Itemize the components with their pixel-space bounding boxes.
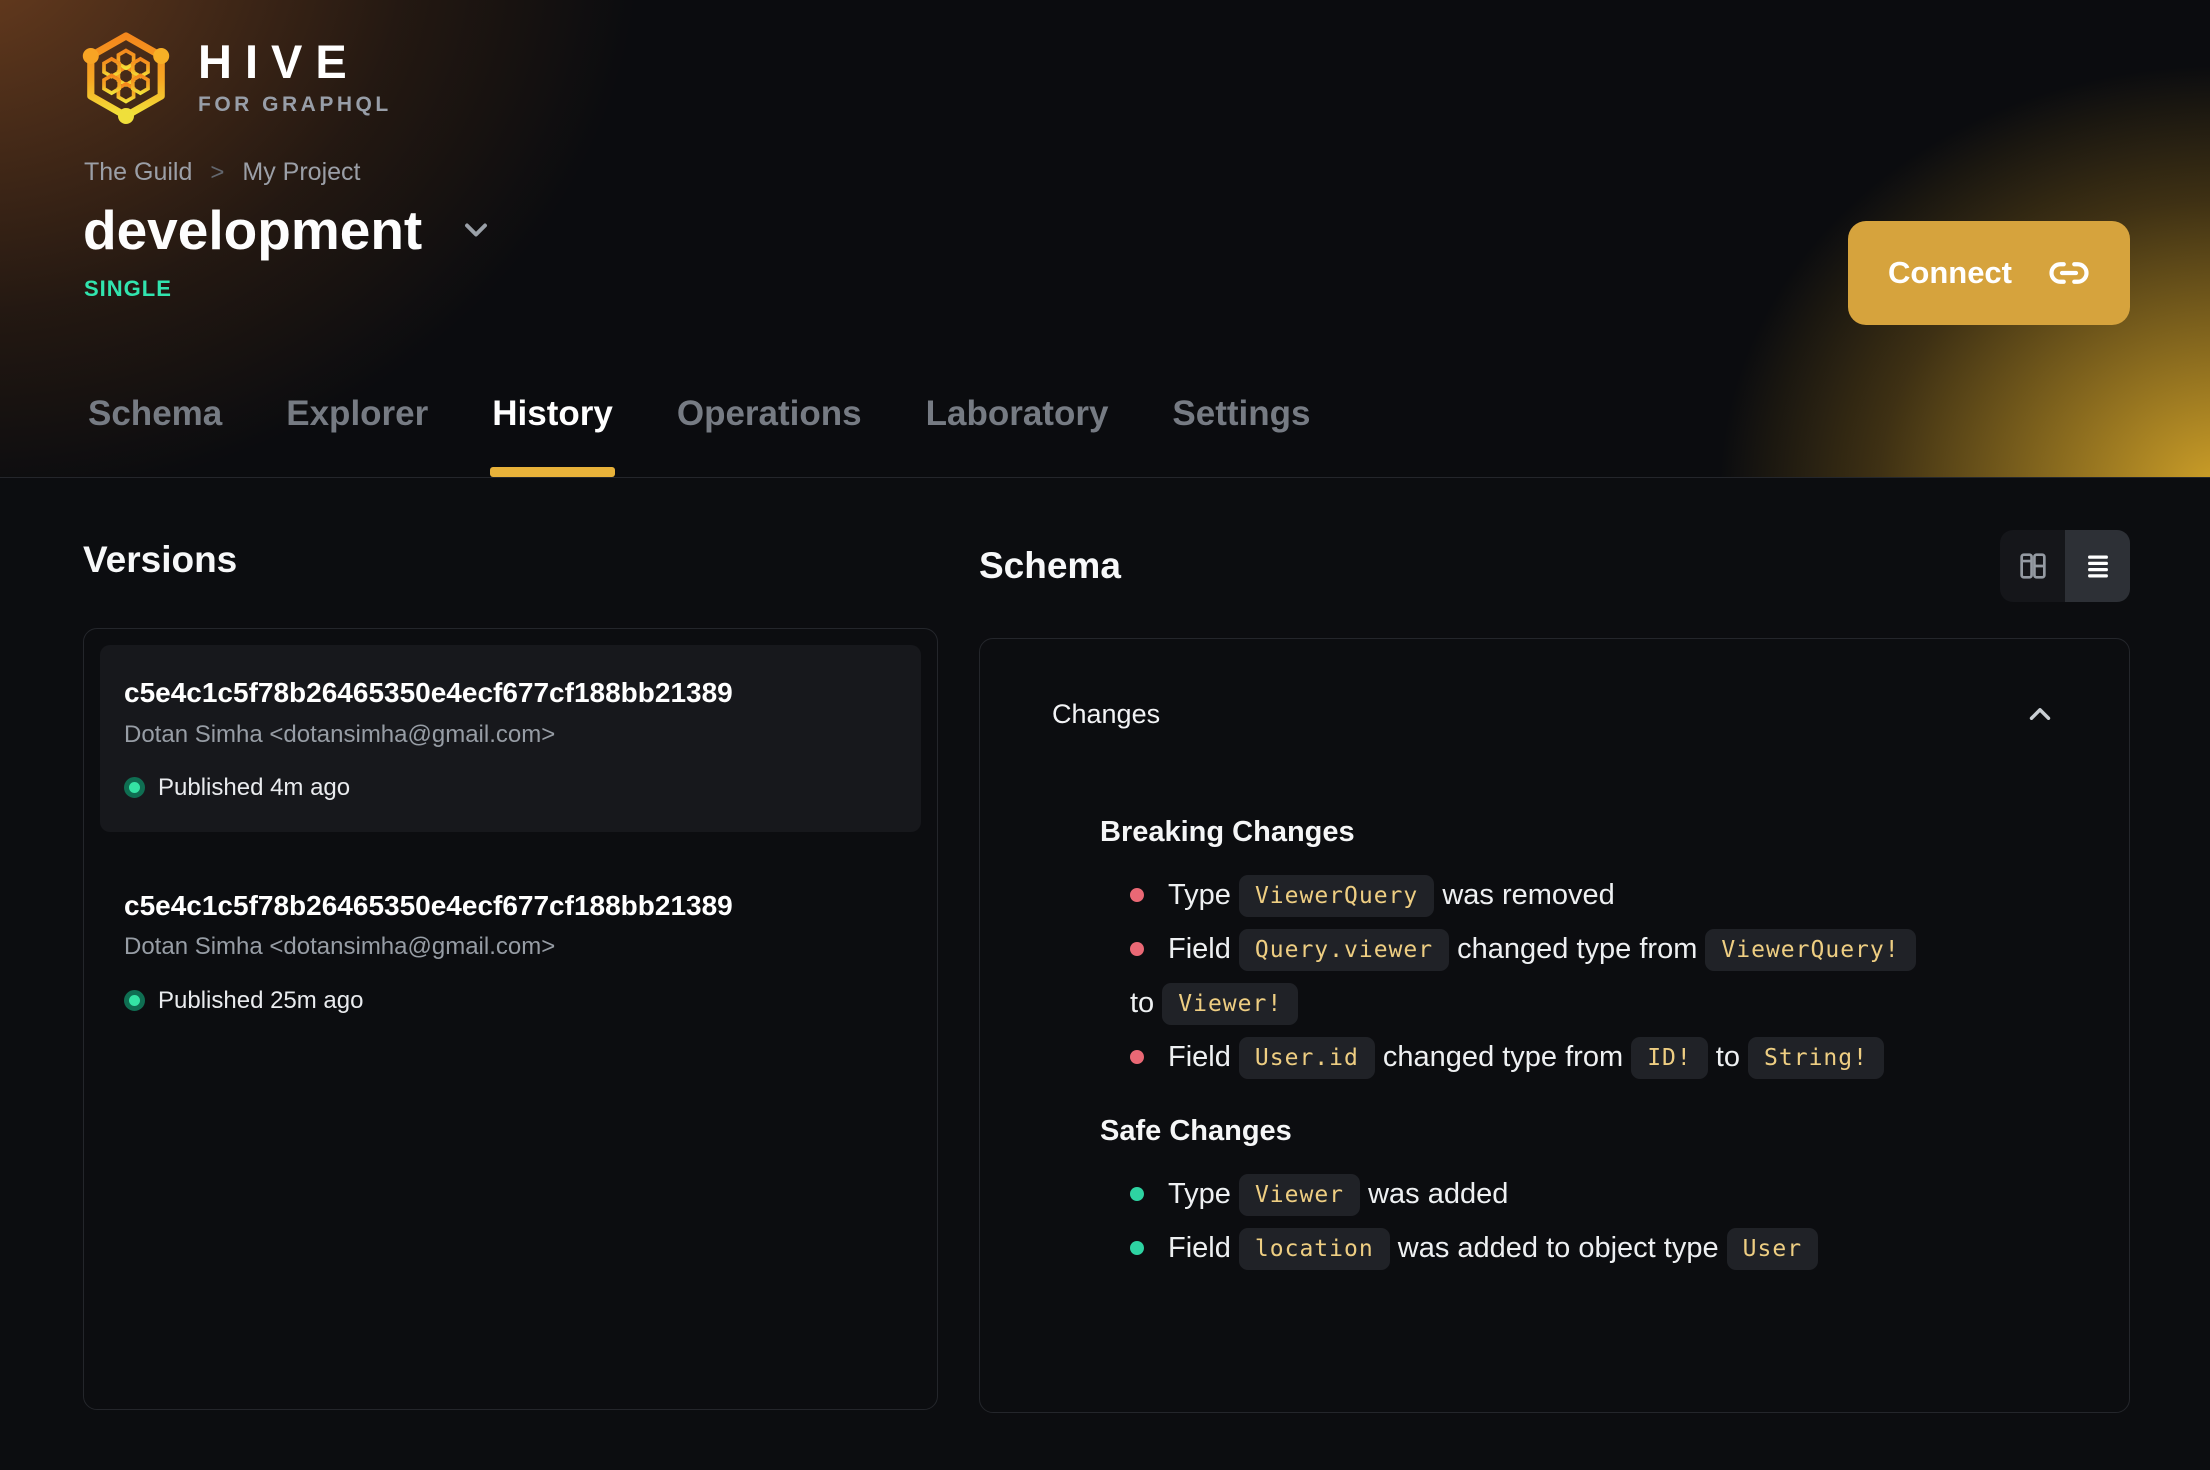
change-item: Field location was added to object type … xyxy=(1100,1221,2057,1275)
brand[interactable]: HIVE FOR GRAPHQL xyxy=(78,28,392,124)
list-view-button[interactable] xyxy=(2065,530,2130,602)
collapse-button[interactable] xyxy=(2023,697,2057,731)
change-item: Field Query.viewer changed type from Vie… xyxy=(1100,922,2057,1030)
bullet-breaking-icon xyxy=(1130,1049,1144,1064)
code-chip: User xyxy=(1726,1227,1819,1270)
bullet-breaking-icon xyxy=(1130,941,1144,956)
chevron-down-icon[interactable] xyxy=(458,212,494,248)
tab-operations[interactable]: Operations xyxy=(675,393,864,477)
code-chip: Viewer! xyxy=(1162,982,1299,1025)
code-chip: ID! xyxy=(1631,1036,1708,1079)
change-text: changed type from xyxy=(1382,1040,1624,1073)
versions-heading: Versions xyxy=(83,539,238,580)
changes-title: Changes xyxy=(1052,698,1161,729)
change-text: to xyxy=(1715,1040,1740,1073)
change-item: Type Viewer was added xyxy=(1100,1167,2057,1221)
page-title: development xyxy=(83,199,423,261)
published-label: Published 25m ago xyxy=(158,986,364,1014)
header: HIVE FOR GRAPHQL The Guild > My Project de… xyxy=(0,0,2210,478)
version-author: Dotan Simha <dotansimha@gmail.com> xyxy=(124,720,556,748)
bullet-safe-icon xyxy=(1130,1186,1144,1201)
published-dot-icon xyxy=(124,777,145,799)
breadcrumb-item[interactable]: My Project xyxy=(242,158,360,187)
change-text: was added xyxy=(1368,1177,1509,1210)
change-section-title: Breaking Changes xyxy=(1100,816,1355,848)
change-text: was removed xyxy=(1442,878,1615,911)
version-card[interactable]: c5e4c1c5f78b26465350e4ecf677cf188bb21389… xyxy=(100,858,921,1045)
columns-icon xyxy=(2019,553,2046,579)
brand-tagline: FOR GRAPHQL xyxy=(198,92,392,116)
bullet-safe-icon xyxy=(1130,1240,1144,1255)
versions-list: c5e4c1c5f78b26465350e4ecf677cf188bb21389… xyxy=(83,628,938,1411)
change-text: Type xyxy=(1168,878,1231,911)
columns-view-button[interactable] xyxy=(2000,530,2065,602)
list-icon xyxy=(2087,555,2108,578)
change-text: Field xyxy=(1168,1231,1231,1264)
connect-button-label: Connect xyxy=(1888,255,2012,290)
tab-schema[interactable]: Schema xyxy=(86,393,224,477)
change-text: changed type from xyxy=(1457,932,1698,965)
breadcrumb: The Guild > My Project xyxy=(84,158,361,187)
change-text: was added to object type xyxy=(1397,1231,1719,1264)
change-text: Type xyxy=(1168,1177,1231,1210)
chevron-up-icon xyxy=(2029,708,2051,720)
active-tab-underline xyxy=(490,467,615,477)
version-card[interactable]: c5e4c1c5f78b26465350e4ecf677cf188bb21389… xyxy=(100,645,921,832)
bullet-breaking-icon xyxy=(1130,887,1144,902)
status-badge: SINGLE xyxy=(84,276,172,301)
change-item: Field User.id changed type from ID! to S… xyxy=(1100,1030,2057,1084)
code-chip: Query.viewer xyxy=(1238,928,1450,971)
code-chip: Viewer xyxy=(1238,1173,1361,1216)
change-section-title: Safe Changes xyxy=(1100,1114,1292,1147)
code-chip: ViewerQuery xyxy=(1238,874,1435,917)
change-text: Field xyxy=(1168,932,1231,965)
change-section-breaking: Breaking Changes Type ViewerQuery was rem… xyxy=(1052,815,2057,1084)
version-hash: c5e4c1c5f78b26465350e4ecf677cf188bb21389 xyxy=(124,889,733,921)
tab-bar: Schema Explorer History Operations Laborator… xyxy=(86,393,1313,477)
breadcrumb-separator-icon: > xyxy=(210,158,225,186)
code-chip: location xyxy=(1238,1227,1390,1270)
link-icon xyxy=(2049,262,2089,284)
changes-header[interactable]: Changes xyxy=(1052,697,2057,731)
code-chip: String! xyxy=(1748,1036,1884,1079)
change-text: Field xyxy=(1168,1040,1231,1073)
published-label: Published 4m ago xyxy=(158,773,351,801)
change-text: to xyxy=(1130,986,1155,1019)
change-list: Type Viewer was added Field location was … xyxy=(1100,1167,2057,1275)
tab-laboratory[interactable]: Laboratory xyxy=(924,393,1111,477)
brand-name: HIVE xyxy=(198,34,360,88)
version-hash: c5e4c1c5f78b26465350e4ecf677cf188bb21389 xyxy=(124,677,733,709)
code-chip: ViewerQuery! xyxy=(1705,928,1916,971)
change-section-safe: Safe Changes Type Viewer was added Field l… xyxy=(1052,1114,2057,1275)
tab-history[interactable]: History xyxy=(490,393,615,477)
hive-logo-icon xyxy=(82,32,170,124)
change-list: Type ViewerQuery was removed Field Query.… xyxy=(1100,868,2057,1084)
view-mode-toggle xyxy=(2000,530,2130,602)
breadcrumb-item[interactable]: The Guild xyxy=(84,158,192,187)
published-dot-icon xyxy=(124,990,145,1012)
main-content: Versions c5e4c1c5f78b26465350e4ecf677cf1… xyxy=(0,478,2210,1413)
change-item: Type ViewerQuery was removed xyxy=(1100,868,2057,922)
tab-explorer[interactable]: Explorer xyxy=(284,393,430,477)
version-status: Published 4m ago xyxy=(124,774,897,802)
version-author: Dotan Simha <dotansimha@gmail.com> xyxy=(124,933,556,961)
code-chip: User.id xyxy=(1238,1036,1375,1079)
changes-panel: Changes Breaking Changes Type ViewerQuery… xyxy=(979,638,2130,1413)
schema-heading: Schema xyxy=(979,544,1121,586)
version-status: Published 25m ago xyxy=(124,987,897,1015)
tab-settings[interactable]: Settings xyxy=(1170,393,1312,477)
connect-button[interactable]: Connect xyxy=(1848,221,2130,325)
